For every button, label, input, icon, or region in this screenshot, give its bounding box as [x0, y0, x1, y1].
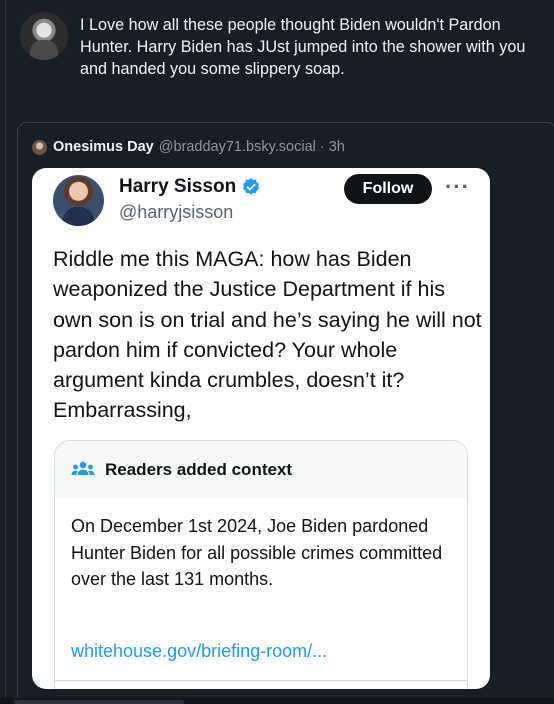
tweet-author-name: Harry Sisson — [119, 176, 237, 197]
quote-author-avatar[interactable] — [32, 139, 47, 155]
community-note-title: Readers added context — [105, 459, 293, 479]
quote-header: Onesimus Day @bradday71.bsky.social · 3h — [32, 137, 345, 157]
follow-button: Follow — [344, 174, 432, 204]
community-note-divider — [55, 680, 467, 681]
quote-timestamp[interactable]: 3h — [329, 139, 345, 155]
tweet-author-handle: @harryjsisson — [119, 202, 234, 222]
quote-author-name[interactable]: Onesimus Day — [53, 139, 154, 155]
quote-separator: · — [319, 139, 325, 155]
author-avatar[interactable] — [20, 12, 68, 60]
community-note-link: whitehouse.gov/briefing-room/... — [71, 641, 328, 661]
tweet-text: Riddle me this MAGA: how has Biden weapo… — [53, 247, 482, 423]
quote-author-handle[interactable]: @bradday71.bsky.social — [159, 139, 316, 155]
embedded-tweet-image[interactable]: Harry Sisson @harryjsisson Follow ··· Ri… — [32, 168, 490, 689]
thread-rule — [5, 0, 6, 704]
horizontal-scrollbar[interactable] — [14, 700, 184, 704]
more-options-icon: ··· — [445, 174, 470, 199]
community-note-body: On December 1st 2024, Joe Biden pardoned… — [71, 516, 443, 589]
community-note: Readers added context On December 1st 20… — [54, 440, 468, 689]
people-icon — [71, 461, 95, 475]
page: I Love how all these people thought Bide… — [0, 0, 554, 704]
verified-badge-icon — [243, 178, 260, 195]
tweet-author-avatar — [53, 175, 104, 226]
post-text: I Love how all these people thought Bide… — [80, 16, 526, 78]
community-note-header: Readers added context — [55, 441, 467, 498]
tweet-author-name-row: Harry Sisson — [119, 176, 261, 198]
